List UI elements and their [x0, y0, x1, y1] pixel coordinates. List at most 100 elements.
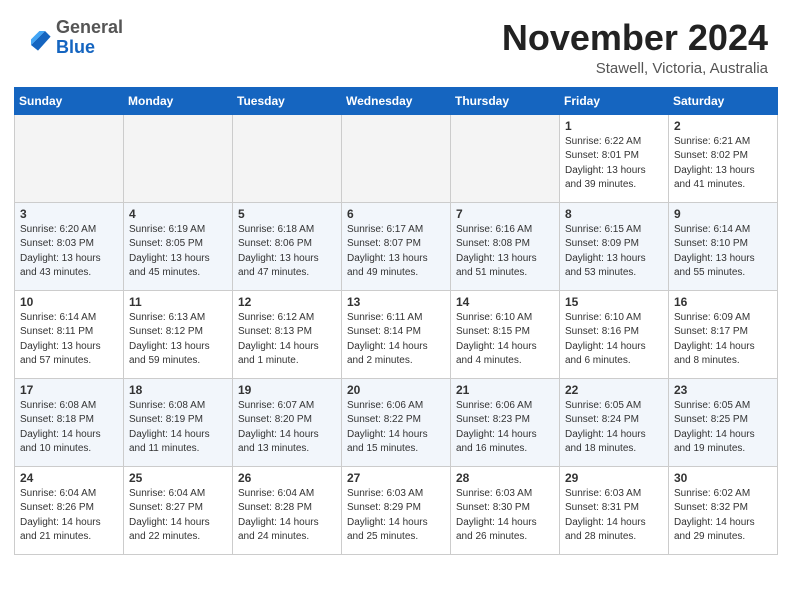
- weekday-header-monday: Monday: [124, 87, 233, 114]
- day-number: 26: [238, 471, 336, 485]
- week-row-3: 17 Sunrise: 6:08 AMSunset: 8:18 PMDayligh…: [15, 378, 778, 466]
- weekday-header-tuesday: Tuesday: [233, 87, 342, 114]
- day-cell: 15 Sunrise: 6:10 AMSunset: 8:16 PMDayligh…: [560, 290, 669, 378]
- day-cell: 16Sunrise: 6:09 AMSunset: 8:17 PMDayligh…: [669, 290, 778, 378]
- day-cell: 29Sunrise: 6:03 AMSunset: 8:31 PMDayligh…: [560, 466, 669, 554]
- day-number: 19: [238, 383, 336, 397]
- day-info: Sunrise: 6:07 AMSunset: 8:20 PMDaylight:…: [238, 399, 336, 457]
- day-cell: 17 Sunrise: 6:08 AMSunset: 8:18 PMDayligh…: [15, 378, 124, 466]
- title-block: November 2024 Stawell, Victoria, Austral…: [502, 18, 768, 77]
- logo: General Blue: [24, 18, 123, 58]
- day-info: Sunrise: 6:19 AMSunset: 8:05 PMDaylight:…: [129, 223, 227, 281]
- day-cell: 14Sunrise: 6:10 AMSunset: 8:15 PMDayligh…: [451, 290, 560, 378]
- day-cell: 18Sunrise: 6:08 AMSunset: 8:19 PMDayligh…: [124, 378, 233, 466]
- day-number: 7: [456, 207, 554, 221]
- day-cell: 9Sunrise: 6:14 AMSunset: 8:10 PMDaylight…: [669, 202, 778, 290]
- weekday-header-friday: Friday: [560, 87, 669, 114]
- weekday-header-sunday: Sunday: [15, 87, 124, 114]
- day-cell: 13 Sunrise: 6:11 AMSunset: 8:14 PMDayligh…: [342, 290, 451, 378]
- day-number: 20: [347, 383, 445, 397]
- day-cell: 3 Sunrise: 6:20 AMSunset: 8:03 PMDaylight…: [15, 202, 124, 290]
- logo-blue: Blue: [56, 37, 95, 57]
- day-info: Sunrise: 6:04 AMSunset: 8:28 PMDaylight:…: [238, 487, 336, 545]
- title-location: Stawell, Victoria, Australia: [502, 60, 768, 77]
- week-row-4: 24 Sunrise: 6:04 AMSunset: 8:26 PMDayligh…: [15, 466, 778, 554]
- calendar-header: SundayMondayTuesdayWednesdayThursdayFrid…: [15, 87, 778, 114]
- day-info: Sunrise: 6:06 AMSunset: 8:22 PMDaylight:…: [347, 399, 445, 457]
- day-cell: 24 Sunrise: 6:04 AMSunset: 8:26 PMDayligh…: [15, 466, 124, 554]
- logo-icon: [24, 24, 52, 52]
- header: General Blue November 2024 Stawell, Vict…: [0, 0, 792, 87]
- day-cell: 6Sunrise: 6:17 AMSunset: 8:07 PMDaylight…: [342, 202, 451, 290]
- day-info: Sunrise: 6:16 AMSunset: 8:08 PMDaylight:…: [456, 223, 554, 281]
- day-cell: 30Sunrise: 6:02 AMSunset: 8:32 PMDayligh…: [669, 466, 778, 554]
- day-number: 11: [129, 295, 227, 309]
- day-cell: 20 Sunrise: 6:06 AMSunset: 8:22 PMDayligh…: [342, 378, 451, 466]
- day-info: Sunrise: 6:22 AMSunset: 8:01 PMDaylight:…: [565, 135, 663, 193]
- week-row-0: 1 Sunrise: 6:22 AMSunset: 8:01 PMDaylight…: [15, 114, 778, 202]
- day-cell: 27 Sunrise: 6:03 AMSunset: 8:29 PMDayligh…: [342, 466, 451, 554]
- day-number: 13: [347, 295, 445, 309]
- calendar-body: 1 Sunrise: 6:22 AMSunset: 8:01 PMDaylight…: [15, 114, 778, 554]
- calendar-table: SundayMondayTuesdayWednesdayThursdayFrid…: [14, 87, 778, 555]
- day-info: Sunrise: 6:05 AMSunset: 8:25 PMDaylight:…: [674, 399, 772, 457]
- week-row-1: 3 Sunrise: 6:20 AMSunset: 8:03 PMDaylight…: [15, 202, 778, 290]
- day-info: Sunrise: 6:11 AMSunset: 8:14 PMDaylight:…: [347, 311, 445, 369]
- week-row-2: 10 Sunrise: 6:14 AMSunset: 8:11 PMDayligh…: [15, 290, 778, 378]
- day-number: 29: [565, 471, 663, 485]
- day-info: Sunrise: 6:17 AMSunset: 8:07 PMDaylight:…: [347, 223, 445, 281]
- day-cell: 22 Sunrise: 6:05 AMSunset: 8:24 PMDayligh…: [560, 378, 669, 466]
- day-info: Sunrise: 6:04 AMSunset: 8:27 PMDaylight:…: [129, 487, 227, 545]
- day-cell: [342, 114, 451, 202]
- day-number: 15: [565, 295, 663, 309]
- day-number: 2: [674, 119, 772, 133]
- day-number: 22: [565, 383, 663, 397]
- day-info: Sunrise: 6:10 AMSunset: 8:15 PMDaylight:…: [456, 311, 554, 369]
- day-info: Sunrise: 6:20 AMSunset: 8:03 PMDaylight:…: [20, 223, 118, 281]
- title-month: November 2024: [502, 18, 768, 58]
- day-info: Sunrise: 6:05 AMSunset: 8:24 PMDaylight:…: [565, 399, 663, 457]
- day-number: 1: [565, 119, 663, 133]
- day-number: 10: [20, 295, 118, 309]
- day-cell: 28 Sunrise: 6:03 AMSunset: 8:30 PMDayligh…: [451, 466, 560, 554]
- day-number: 23: [674, 383, 772, 397]
- day-number: 4: [129, 207, 227, 221]
- weekday-header-wednesday: Wednesday: [342, 87, 451, 114]
- day-cell: 26 Sunrise: 6:04 AMSunset: 8:28 PMDayligh…: [233, 466, 342, 554]
- day-cell: 8Sunrise: 6:15 AMSunset: 8:09 PMDaylight…: [560, 202, 669, 290]
- day-number: 28: [456, 471, 554, 485]
- weekday-header-thursday: Thursday: [451, 87, 560, 114]
- day-number: 21: [456, 383, 554, 397]
- day-cell: 19 Sunrise: 6:07 AMSunset: 8:20 PMDayligh…: [233, 378, 342, 466]
- day-cell: 7 Sunrise: 6:16 AMSunset: 8:08 PMDaylight…: [451, 202, 560, 290]
- day-info: Sunrise: 6:14 AMSunset: 8:11 PMDaylight:…: [20, 311, 118, 369]
- page: General Blue November 2024 Stawell, Vict…: [0, 0, 792, 612]
- day-info: Sunrise: 6:03 AMSunset: 8:29 PMDaylight:…: [347, 487, 445, 545]
- day-number: 17: [20, 383, 118, 397]
- day-info: Sunrise: 6:08 AMSunset: 8:18 PMDaylight:…: [20, 399, 118, 457]
- day-cell: 12Sunrise: 6:12 AMSunset: 8:13 PMDayligh…: [233, 290, 342, 378]
- day-info: Sunrise: 6:10 AMSunset: 8:16 PMDaylight:…: [565, 311, 663, 369]
- day-number: 25: [129, 471, 227, 485]
- day-cell: [233, 114, 342, 202]
- day-cell: 25 Sunrise: 6:04 AMSunset: 8:27 PMDayligh…: [124, 466, 233, 554]
- day-info: Sunrise: 6:04 AMSunset: 8:26 PMDaylight:…: [20, 487, 118, 545]
- day-number: 30: [674, 471, 772, 485]
- day-cell: [124, 114, 233, 202]
- day-cell: 21 Sunrise: 6:06 AMSunset: 8:23 PMDayligh…: [451, 378, 560, 466]
- day-info: Sunrise: 6:03 AMSunset: 8:30 PMDaylight:…: [456, 487, 554, 545]
- day-number: 12: [238, 295, 336, 309]
- day-number: 16: [674, 295, 772, 309]
- weekday-row: SundayMondayTuesdayWednesdayThursdayFrid…: [15, 87, 778, 114]
- day-number: 27: [347, 471, 445, 485]
- day-number: 24: [20, 471, 118, 485]
- day-number: 8: [565, 207, 663, 221]
- day-cell: 23 Sunrise: 6:05 AMSunset: 8:25 PMDayligh…: [669, 378, 778, 466]
- day-number: 3: [20, 207, 118, 221]
- logo-general: General: [56, 17, 123, 37]
- day-info: Sunrise: 6:18 AMSunset: 8:06 PMDaylight:…: [238, 223, 336, 281]
- day-info: Sunrise: 6:06 AMSunset: 8:23 PMDaylight:…: [456, 399, 554, 457]
- weekday-header-saturday: Saturday: [669, 87, 778, 114]
- day-info: Sunrise: 6:14 AMSunset: 8:10 PMDaylight:…: [674, 223, 772, 281]
- day-number: 5: [238, 207, 336, 221]
